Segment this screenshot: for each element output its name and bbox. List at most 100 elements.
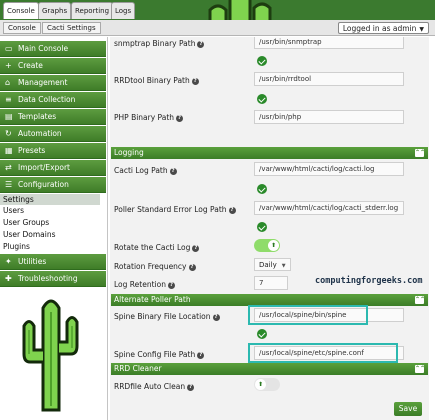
rotate-log-toggle[interactable]: ⬆ xyxy=(254,239,280,252)
sidebar-sub-user-domains[interactable]: User Domains xyxy=(3,229,56,240)
sidebar-item-label: Utilities xyxy=(18,257,47,266)
poller-log-path-input[interactable]: /var/www/html/cacti/log/cacti_stderr.log xyxy=(254,201,404,215)
section-title: RRD Cleaner xyxy=(114,364,162,373)
rotation-frequency-label: Rotation Frequency xyxy=(114,262,187,271)
sidebar-item-label: Templates xyxy=(18,112,57,121)
log-retention-row-label: Log Retention? xyxy=(114,280,175,289)
tab-logs[interactable]: Logs xyxy=(111,2,136,19)
valid-check-icon xyxy=(257,329,267,339)
valid-check-icon xyxy=(257,184,267,194)
spine-binary-row-label: Spine Binary File Location? xyxy=(114,312,220,321)
log-retention-input[interactable]: 7 xyxy=(254,276,288,290)
rotation-frequency-row-label: Rotation Frequency? xyxy=(114,262,196,271)
help-icon[interactable]: ? xyxy=(187,383,195,391)
help-icon[interactable]: ? xyxy=(228,206,236,214)
sidebar-sub-settings[interactable]: Settings xyxy=(0,194,100,205)
toggle-knob: ⬆ xyxy=(268,240,279,251)
watermark: computingforgeeks.com xyxy=(315,276,423,286)
rotation-frequency-select[interactable]: Daily ▼ xyxy=(254,258,291,271)
toggle-knob: ⬆ xyxy=(255,379,266,390)
help-icon[interactable]: ? xyxy=(212,313,220,321)
sidebar-item-data-collection[interactable]: ≡ Data Collection xyxy=(0,92,106,108)
collapse-icon[interactable]: ⌃⌃ xyxy=(415,149,425,157)
cacti-log-path-input[interactable]: /var/www/html/cacti/log/cacti.log xyxy=(254,162,404,176)
rotation-frequency-value: Daily xyxy=(259,261,277,269)
troubleshooting-icon: ✚ xyxy=(5,274,12,283)
help-icon[interactable]: ? xyxy=(169,167,177,175)
sidebar-sub-users[interactable]: Users xyxy=(3,205,24,216)
rotate-log-label: Rotate the Cacti Log xyxy=(114,243,191,252)
help-icon[interactable]: ? xyxy=(197,351,205,359)
presets-icon: ▦ xyxy=(5,146,13,155)
rotate-log-row-label: Rotate the Cacti Log? xyxy=(114,243,200,252)
highlight-box xyxy=(248,305,368,325)
sidebar-item-label: Troubleshooting xyxy=(18,274,78,283)
help-icon[interactable]: ? xyxy=(197,40,205,48)
php-label: PHP Binary Path xyxy=(114,113,175,122)
help-icon[interactable]: ? xyxy=(191,77,199,85)
help-icon[interactable]: ? xyxy=(176,114,184,122)
poller-log-label: Poller Standard Error Log Path xyxy=(114,205,227,214)
section-rrd-cleaner[interactable]: RRD Cleaner ⌃⌃ xyxy=(111,363,428,375)
sidebar-item-troubleshooting[interactable]: ✚ Troubleshooting xyxy=(0,271,106,287)
poller-log-row-label: Poller Standard Error Log Path? xyxy=(114,205,236,214)
login-label: Logged in as admin xyxy=(342,24,417,33)
spine-config-row-label: Spine Config File Path? xyxy=(114,350,205,359)
sidebar-item-label: Create xyxy=(18,61,43,70)
save-button[interactable]: Save xyxy=(394,402,422,416)
sidebar-item-management[interactable]: ⌂ Management xyxy=(0,75,106,91)
templates-icon: ▤ xyxy=(5,112,13,121)
utilities-icon: ✦ xyxy=(5,257,12,266)
log-retention-label: Log Retention xyxy=(114,280,166,289)
chevron-down-icon: ▼ xyxy=(419,26,424,33)
php-row-label: PHP Binary Path? xyxy=(114,113,184,122)
desktop-icon: ▭ xyxy=(5,44,13,53)
sidebar-item-import-export[interactable]: ⇄ Import/Export xyxy=(0,160,106,176)
sidebar-sub-user-groups[interactable]: User Groups xyxy=(3,217,49,228)
collapse-icon[interactable]: ⌃⌃ xyxy=(415,296,425,304)
valid-check-icon xyxy=(257,56,267,66)
sidebar: ▭ Main Console + Create ⌂ Management ≡ Data … xyxy=(0,37,108,420)
sidebar-item-label: Import/Export xyxy=(18,163,70,172)
login-status[interactable]: Logged in as admin ▼ xyxy=(337,22,429,34)
home-icon: ⌂ xyxy=(5,78,11,87)
snmptrap-label: snmptrap Binary Path xyxy=(114,39,196,48)
section-logging[interactable]: Logging ⌃⌃ xyxy=(111,147,428,159)
breadcrumb: Console Cacti Settings Logged in as admi… xyxy=(0,20,435,36)
tab-graphs[interactable]: Graphs xyxy=(38,2,72,19)
rrdtool-row-label: RRDtool Binary Path? xyxy=(114,76,199,85)
sidebar-item-presets[interactable]: ▦ Presets xyxy=(0,143,106,159)
rrdfile-clean-label: RRDfile Auto Clean xyxy=(114,382,186,391)
php-path-input[interactable]: /usr/bin/php xyxy=(254,110,404,124)
spine-config-label: Spine Config File Path xyxy=(114,350,196,359)
help-icon[interactable]: ? xyxy=(192,244,200,252)
sidebar-item-utilities[interactable]: ✦ Utilities xyxy=(0,254,106,270)
sidebar-item-automation[interactable]: ↻ Automation xyxy=(0,126,106,142)
rrdfile-clean-toggle[interactable]: ⬆ xyxy=(254,378,280,391)
tab-console[interactable]: Console xyxy=(3,2,39,19)
rrdtool-path-input[interactable]: /usr/bin/rrdtool xyxy=(254,72,404,86)
database-icon: ≡ xyxy=(5,95,12,104)
sidebar-item-create[interactable]: + Create xyxy=(0,58,106,74)
breadcrumb-cacti-settings[interactable]: Cacti Settings xyxy=(42,22,101,34)
sidebar-item-main-console[interactable]: ▭ Main Console xyxy=(0,41,106,57)
help-icon[interactable]: ? xyxy=(188,263,196,271)
tab-reporting[interactable]: Reporting xyxy=(71,2,114,19)
breadcrumb-console[interactable]: Console xyxy=(3,22,41,34)
sidebar-item-configuration[interactable]: ☰ Configuration xyxy=(0,177,106,193)
section-title: Logging xyxy=(114,148,144,157)
import-export-icon: ⇄ xyxy=(5,163,12,172)
help-icon[interactable]: ? xyxy=(167,281,175,289)
snmptrap-path-input[interactable]: /usr/bin/snmptrap xyxy=(254,37,404,49)
section-title: Alternate Poller Path xyxy=(114,295,191,304)
sidebar-sub-plugins[interactable]: Plugins xyxy=(3,241,30,252)
rrdtool-label: RRDtool Binary Path xyxy=(114,76,190,85)
sidebar-item-label: Data Collection xyxy=(18,95,76,104)
sidebar-item-label: Presets xyxy=(18,146,46,155)
sidebar-item-label: Management xyxy=(18,78,68,87)
collapse-icon[interactable]: ⌃⌃ xyxy=(415,365,425,373)
rrdfile-clean-row-label: RRDfile Auto Clean? xyxy=(114,382,195,391)
sidebar-item-templates[interactable]: ▤ Templates xyxy=(0,109,106,125)
cactus-logo xyxy=(22,299,79,412)
settings-panel: snmptrap Binary Path? /usr/bin/snmptrap … xyxy=(110,37,429,420)
